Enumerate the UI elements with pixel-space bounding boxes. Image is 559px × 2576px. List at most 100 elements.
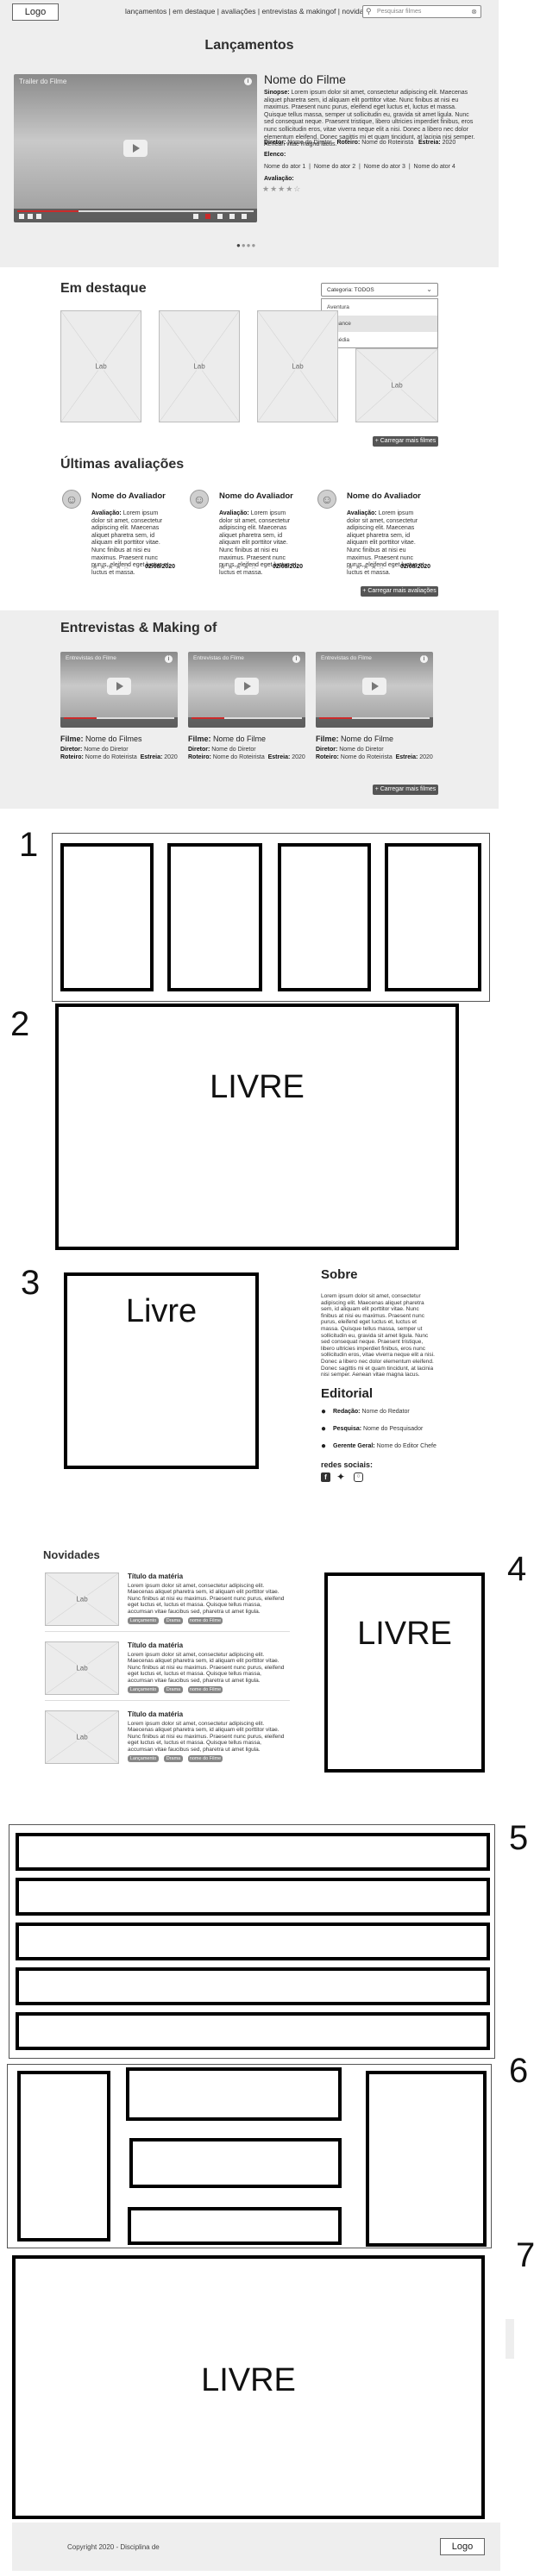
news-item-title[interactable]: Título da matéria xyxy=(128,1572,183,1580)
news-tag[interactable]: Drama xyxy=(164,1686,183,1693)
category-option[interactable]: Comédia xyxy=(322,332,437,348)
review-stars: ★★★★☆ xyxy=(219,562,259,571)
video-progress[interactable] xyxy=(64,717,174,719)
featured-title: Em destaque xyxy=(60,281,147,296)
livre-label: LIVRE xyxy=(201,2362,296,2398)
subtitles-icon[interactable] xyxy=(193,214,198,219)
theater-icon[interactable] xyxy=(229,214,235,219)
sketch-5-row xyxy=(16,1878,490,1916)
copyright: Copyright 2020 - Disciplina de xyxy=(67,2543,160,2551)
nav-link-avaliacoes[interactable]: avaliações xyxy=(221,7,255,16)
footer-logo[interactable]: Logo xyxy=(440,2538,485,2555)
sketch-4-box xyxy=(324,1572,485,1773)
settings-icon[interactable] xyxy=(205,214,210,219)
news-tag[interactable]: Lançamento xyxy=(128,1686,159,1693)
clear-icon[interactable]: ⊗ xyxy=(471,8,477,16)
load-more-interviews-button[interactable]: + Carregar mais filmes xyxy=(373,785,438,795)
nav-link-lancamentos[interactable]: lançamentos xyxy=(125,7,166,16)
video-title: Entrevistas do Filme xyxy=(321,655,372,661)
interview-film: Filme: Nome do Filme xyxy=(316,735,394,743)
fullscreen-icon[interactable] xyxy=(242,214,247,219)
news-tag[interactable]: Lançamento xyxy=(128,1755,159,1762)
news-tag[interactable]: nome do Filme xyxy=(188,1686,223,1693)
editorial-item: Gerente Geral: Nome do Editor Chefe xyxy=(333,1443,437,1449)
load-more-reviews-button[interactable]: + Carregar mais avaliações xyxy=(361,586,438,597)
video-title: Entrevistas do Filme xyxy=(66,655,116,661)
load-more-films-button[interactable]: + Carregar mais filmes xyxy=(373,436,438,447)
instagram-icon[interactable]: ○ xyxy=(354,1472,363,1482)
search-icon: ⚲ xyxy=(366,7,372,16)
news-title: Novidades xyxy=(43,1548,100,1561)
sketch-5-row xyxy=(16,2012,490,2050)
trailer-video[interactable]: Trailer do Filme i xyxy=(14,74,257,222)
info-icon[interactable]: i xyxy=(292,655,300,663)
nav-separator: | xyxy=(257,7,261,16)
featured-poster[interactable]: Lab xyxy=(355,348,438,422)
about-title: Sobre xyxy=(321,1267,358,1282)
interview-video[interactable]: Entrevistas do Filme i xyxy=(316,652,433,728)
interview-video[interactable]: Entrevistas do Filme i xyxy=(60,652,178,728)
sketch-5-row xyxy=(16,1833,490,1871)
sketch-5-row xyxy=(16,1923,490,1960)
play-icon[interactable] xyxy=(123,140,148,157)
play-icon[interactable] xyxy=(362,678,386,695)
news-tag[interactable]: nome do Filme xyxy=(188,1617,223,1624)
news-tag[interactable]: Lançamento xyxy=(128,1617,159,1624)
writer-value: Nome do Roteirista xyxy=(361,140,414,146)
director-value: Nome do Diretor xyxy=(287,140,332,146)
featured-poster[interactable]: Lab xyxy=(60,310,141,422)
category-select[interactable]: Categoria: TODOS ⌄ xyxy=(321,283,438,297)
news-item-title[interactable]: Título da matéria xyxy=(128,1641,183,1649)
sketch-6-box xyxy=(129,2138,342,2188)
news-divider xyxy=(45,1631,290,1632)
facebook-icon[interactable]: f xyxy=(321,1472,330,1482)
twitter-icon[interactable]: ✦ xyxy=(336,1471,345,1483)
miniplayer-icon[interactable] xyxy=(217,214,223,219)
featured-poster[interactable]: Lab xyxy=(159,310,240,422)
sketch-1-box xyxy=(167,843,262,991)
featured-poster[interactable]: Lab xyxy=(257,310,338,422)
info-icon[interactable]: i xyxy=(244,78,252,85)
play-small-icon[interactable] xyxy=(19,214,24,219)
nav-link-em-destaque[interactable]: em destaque xyxy=(173,7,215,16)
sketch-number: 2 xyxy=(10,1005,30,1043)
video-progress[interactable] xyxy=(319,717,430,719)
review-stars: ★★★★☆ xyxy=(91,562,131,571)
news-tag[interactable]: Drama xyxy=(164,1617,183,1624)
category-option[interactable]: Aventura xyxy=(322,299,437,316)
sketch-number: 7 xyxy=(516,2236,536,2274)
person-icon: ● xyxy=(321,1441,327,1451)
reviewer-name: Nome do Avaliador xyxy=(91,491,166,501)
cast-label: Elenco: xyxy=(264,152,286,158)
category-dropdown: Aventura Romance Comédia xyxy=(321,298,438,348)
play-icon[interactable] xyxy=(107,678,131,695)
carousel-dots[interactable]: ●●●● xyxy=(236,241,256,249)
search-box[interactable]: ⚲ Pesquisar filmes ⊗ xyxy=(362,5,481,18)
info-icon[interactable]: i xyxy=(420,655,428,663)
reviewer-name: Nome do Avaliador xyxy=(219,491,293,501)
next-icon[interactable] xyxy=(28,214,33,219)
category-option[interactable]: Romance xyxy=(322,316,437,332)
info-icon[interactable]: i xyxy=(165,655,173,663)
video-progress[interactable] xyxy=(17,210,254,212)
interview-credits: Diretor: Nome do Diretor Roteiro: Nome d… xyxy=(316,747,433,760)
sketch-number: 3 xyxy=(21,1264,41,1302)
news-thumb[interactable]: Lab xyxy=(45,1572,119,1626)
editorial-item: Redação: Nome do Redator xyxy=(333,1409,410,1415)
release-value: 2020 xyxy=(442,140,456,146)
interview-video[interactable]: Entrevistas do Filme i xyxy=(188,652,305,728)
sketch-number: 6 xyxy=(509,2052,529,2090)
news-tag[interactable]: Drama xyxy=(164,1755,183,1762)
header-logo[interactable]: Logo xyxy=(12,3,59,21)
news-item-text: Lorem ipsum dolor sit amet, consectetur … xyxy=(128,1721,285,1753)
person-icon: ● xyxy=(321,1407,327,1416)
play-icon[interactable] xyxy=(235,678,259,695)
news-item-title[interactable]: Título da matéria xyxy=(128,1710,183,1718)
news-thumb[interactable]: Lab xyxy=(45,1641,119,1695)
rating-stars[interactable]: ★★★★☆ xyxy=(262,184,301,194)
video-progress[interactable] xyxy=(192,717,302,719)
news-thumb[interactable]: Lab xyxy=(45,1710,119,1764)
volume-icon[interactable] xyxy=(36,214,41,219)
news-tag[interactable]: nome do Filme xyxy=(188,1755,223,1762)
nav-link-entrevistas[interactable]: entrevistas & makingof xyxy=(261,7,336,16)
